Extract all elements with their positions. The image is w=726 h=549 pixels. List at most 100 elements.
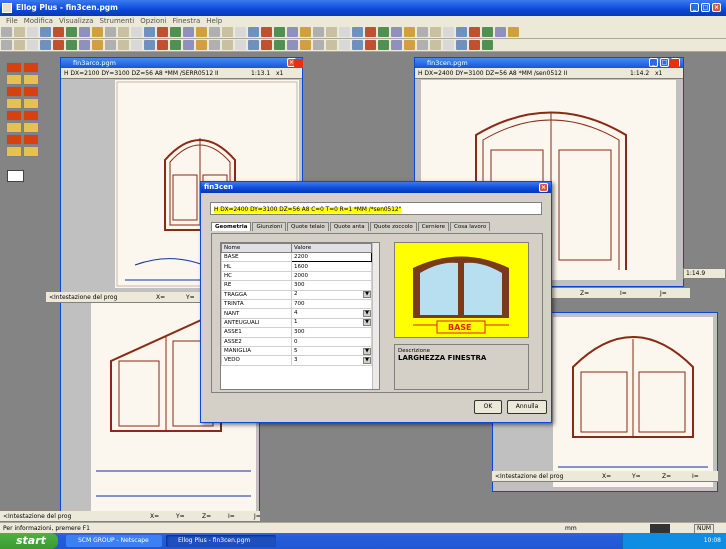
tool-icon-7[interactable] xyxy=(92,40,103,50)
tool-icon-24[interactable] xyxy=(313,40,324,50)
table-row[interactable]: ASSE2 0 xyxy=(221,336,372,347)
tool-icon-32[interactable] xyxy=(417,40,428,50)
tool-icon-21[interactable] xyxy=(274,40,285,50)
toolbar-icon-22[interactable] xyxy=(287,27,298,37)
palette-tool-icon[interactable] xyxy=(23,122,39,133)
tool-icon-5[interactable] xyxy=(66,40,77,50)
toolbar-icon-37[interactable] xyxy=(482,27,493,37)
tool-icon-36[interactable] xyxy=(469,40,480,50)
param-value[interactable]: 0 xyxy=(291,336,372,347)
palette-tool-icon[interactable] xyxy=(6,62,22,73)
toolbar-icon-1[interactable] xyxy=(14,27,25,37)
param-value[interactable]: 300 xyxy=(291,327,372,338)
toolbar-icon-18[interactable] xyxy=(235,27,246,37)
dropdown-arrow-icon[interactable]: ▼ xyxy=(363,347,371,355)
tool-icon-30[interactable] xyxy=(391,40,402,50)
toolbar-icon-19[interactable] xyxy=(248,27,259,37)
palette-tool-icon[interactable] xyxy=(6,98,22,109)
toolbar-icon-25[interactable] xyxy=(326,27,337,37)
palette-tool-icon[interactable] xyxy=(23,74,39,85)
param-value[interactable]: 4 ▼ xyxy=(291,308,372,319)
palette-tool-icon[interactable] xyxy=(6,134,22,145)
tab-cosa-lavoro[interactable]: Cosa lavoro xyxy=(450,222,491,231)
menu-finestra[interactable]: Finestra xyxy=(172,17,200,25)
toolbar-icon-34[interactable] xyxy=(443,27,454,37)
tool-icon-14[interactable] xyxy=(183,40,194,50)
tool-icon-8[interactable] xyxy=(105,40,116,50)
tool-icon-0[interactable] xyxy=(1,40,12,50)
dropdown-arrow-icon[interactable]: ▼ xyxy=(363,356,371,364)
tool-icon-33[interactable] xyxy=(430,40,441,50)
tool-icon-11[interactable] xyxy=(144,40,155,50)
toolbar-icon-24[interactable] xyxy=(313,27,324,37)
dialog-close-button[interactable]: × xyxy=(539,183,548,192)
tab-quote-telaio[interactable]: Quote telaio xyxy=(287,222,329,231)
tool-icon-15[interactable] xyxy=(196,40,207,50)
tool-icon-13[interactable] xyxy=(170,40,181,50)
parameter-table[interactable]: Nome Valore BASE 2200 HL 1600 HC 2000 RE 300 TRAG… xyxy=(220,242,380,390)
menu-strumenti[interactable]: Strumenti xyxy=(99,17,134,25)
tool-icon-35[interactable] xyxy=(456,40,467,50)
tab-quote-zoccolo[interactable]: Quote zoccolo xyxy=(369,222,417,231)
toolbar-icon-11[interactable] xyxy=(144,27,155,37)
window-minimize-button[interactable]: _ xyxy=(649,58,658,67)
table-row[interactable]: RE 300 xyxy=(221,280,372,291)
param-value[interactable]: 300 xyxy=(291,280,372,291)
palette-tool-icon[interactable] xyxy=(6,146,22,157)
menu-modifica[interactable]: Modifica xyxy=(24,17,53,25)
tool-icon-27[interactable] xyxy=(352,40,363,50)
param-value[interactable]: 1 ▼ xyxy=(291,317,372,329)
palette-tool-icon[interactable] xyxy=(23,146,39,157)
tab-cerniere[interactable]: Cerniere xyxy=(417,222,450,231)
dropdown-arrow-icon[interactable]: ▼ xyxy=(363,310,371,318)
toolbar-icon-4[interactable] xyxy=(53,27,64,37)
tool-icon-4[interactable] xyxy=(53,40,64,50)
palette-tool-icon[interactable] xyxy=(23,62,39,73)
table-row[interactable]: BASE 2200 xyxy=(221,251,372,263)
toolbar-icon-30[interactable] xyxy=(391,27,402,37)
maximize-button[interactable]: □ xyxy=(701,3,710,12)
toolbar-icon-29[interactable] xyxy=(378,27,389,37)
param-value[interactable]: 1600 xyxy=(291,261,372,272)
palette-tool-icon[interactable] xyxy=(6,110,22,121)
tool-icon-9[interactable] xyxy=(118,40,129,50)
tool-icon-2[interactable] xyxy=(27,40,38,50)
table-row[interactable]: TRAGGA 2 ▼ xyxy=(221,289,372,300)
table-row[interactable]: ANTEUGUALI 1 ▼ xyxy=(221,317,372,329)
toolbar-icon-32[interactable] xyxy=(417,27,428,37)
toolbar-icon-35[interactable] xyxy=(456,27,467,37)
toolbar-icon-3[interactable] xyxy=(40,27,51,37)
table-row[interactable]: TRINTA 700 xyxy=(221,298,372,310)
start-button[interactable]: start xyxy=(0,533,58,549)
table-row[interactable]: MANIGLIA 5 ▼ xyxy=(221,345,372,357)
toolbar-icon-38[interactable] xyxy=(495,27,506,37)
tool-icon-6[interactable] xyxy=(79,40,90,50)
param-value[interactable]: 3 ▼ xyxy=(291,355,372,366)
toolbar-icon-20[interactable] xyxy=(261,27,272,37)
toolbar-icon-6[interactable] xyxy=(79,27,90,37)
toolbar-icon-23[interactable] xyxy=(300,27,311,37)
tool-icon-1[interactable] xyxy=(14,40,25,50)
tool-icon-31[interactable] xyxy=(404,40,415,50)
menu-file[interactable]: File xyxy=(6,17,18,25)
toolbar-icon-17[interactable] xyxy=(222,27,233,37)
palette-tool-icon[interactable] xyxy=(23,86,39,97)
tool-icon-29[interactable] xyxy=(378,40,389,50)
toolbar-icon-7[interactable] xyxy=(92,27,103,37)
line-tool-icon[interactable] xyxy=(7,170,24,182)
ok-button[interactable]: OK xyxy=(474,400,502,414)
tool-icon-16[interactable] xyxy=(209,40,220,50)
tab-giunzioni[interactable]: Giunzioni xyxy=(252,222,286,231)
tool-icon-34[interactable] xyxy=(443,40,454,50)
table-scrollbar[interactable] xyxy=(372,243,379,389)
toolbar-icon-39[interactable] xyxy=(508,27,519,37)
palette-tool-icon[interactable] xyxy=(23,110,39,121)
toolbar-icon-2[interactable] xyxy=(27,27,38,37)
menu-opzioni[interactable]: Opzioni xyxy=(140,17,166,25)
tool-icon-10[interactable] xyxy=(131,40,142,50)
dropdown-arrow-icon[interactable]: ▼ xyxy=(363,319,371,327)
tool-icon-19[interactable] xyxy=(248,40,259,50)
palette-tool-icon[interactable] xyxy=(6,122,22,133)
table-row[interactable]: ASSE1 300 xyxy=(221,327,372,338)
param-value[interactable]: 5 ▼ xyxy=(291,345,372,357)
